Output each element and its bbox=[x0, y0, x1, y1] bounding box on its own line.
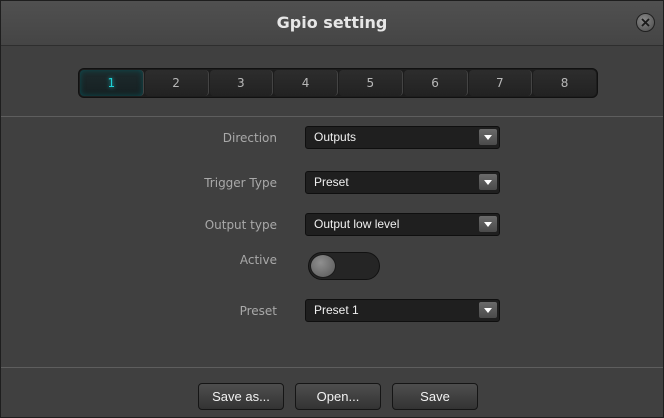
divider-top bbox=[1, 116, 663, 117]
dropdown-arrow-icon[interactable] bbox=[479, 129, 497, 145]
preset-row: Preset Preset 1 bbox=[1, 299, 663, 323]
tab-6[interactable]: 6 bbox=[403, 70, 468, 96]
active-row: Active bbox=[1, 252, 663, 280]
output-type-value: Output low level bbox=[314, 217, 400, 231]
preset-select[interactable]: Preset 1 bbox=[305, 299, 500, 322]
trigger-type-select[interactable]: Preset bbox=[305, 171, 500, 194]
close-button[interactable] bbox=[636, 13, 655, 32]
open-button[interactable]: Open... bbox=[295, 383, 381, 410]
direction-select[interactable]: Outputs bbox=[305, 126, 500, 149]
direction-label: Direction bbox=[222, 131, 277, 145]
gpio-setting-dialog: Gpio setting 1 2 3 4 5 6 7 8 Direction O… bbox=[0, 0, 664, 418]
output-type-row: Output type Output low level bbox=[1, 213, 663, 237]
title-bar: Gpio setting bbox=[1, 1, 663, 46]
tab-3[interactable]: 3 bbox=[209, 70, 274, 96]
dropdown-arrow-icon[interactable] bbox=[479, 302, 497, 318]
trigger-type-label: Trigger Type bbox=[204, 176, 277, 190]
dropdown-arrow-icon[interactable] bbox=[479, 216, 497, 232]
active-label: Active bbox=[239, 253, 277, 267]
direction-row: Direction Outputs bbox=[1, 126, 663, 150]
tab-1[interactable]: 1 bbox=[80, 70, 144, 96]
close-icon bbox=[641, 18, 650, 27]
trigger-type-row: Trigger Type Preset bbox=[1, 171, 663, 195]
preset-label: Preset bbox=[239, 304, 277, 318]
divider-bottom bbox=[1, 367, 663, 368]
direction-value: Outputs bbox=[314, 130, 357, 144]
save-button[interactable]: Save bbox=[392, 383, 478, 410]
preset-value: Preset 1 bbox=[314, 303, 359, 317]
tab-8[interactable]: 8 bbox=[533, 70, 596, 96]
tab-7[interactable]: 7 bbox=[468, 70, 533, 96]
trigger-type-value: Preset bbox=[314, 175, 349, 189]
save-as-button[interactable]: Save as... bbox=[198, 383, 284, 410]
tab-2[interactable]: 2 bbox=[144, 70, 209, 96]
toggle-knob bbox=[310, 254, 336, 278]
output-type-select[interactable]: Output low level bbox=[305, 213, 500, 236]
dialog-title: Gpio setting bbox=[276, 13, 388, 32]
gpio-tab-bar: 1 2 3 4 5 6 7 8 bbox=[78, 68, 598, 98]
dropdown-arrow-icon[interactable] bbox=[479, 174, 497, 190]
output-type-label: Output type bbox=[204, 218, 277, 232]
tab-5[interactable]: 5 bbox=[339, 70, 403, 96]
tab-4[interactable]: 4 bbox=[274, 70, 338, 96]
active-toggle[interactable] bbox=[308, 252, 380, 280]
